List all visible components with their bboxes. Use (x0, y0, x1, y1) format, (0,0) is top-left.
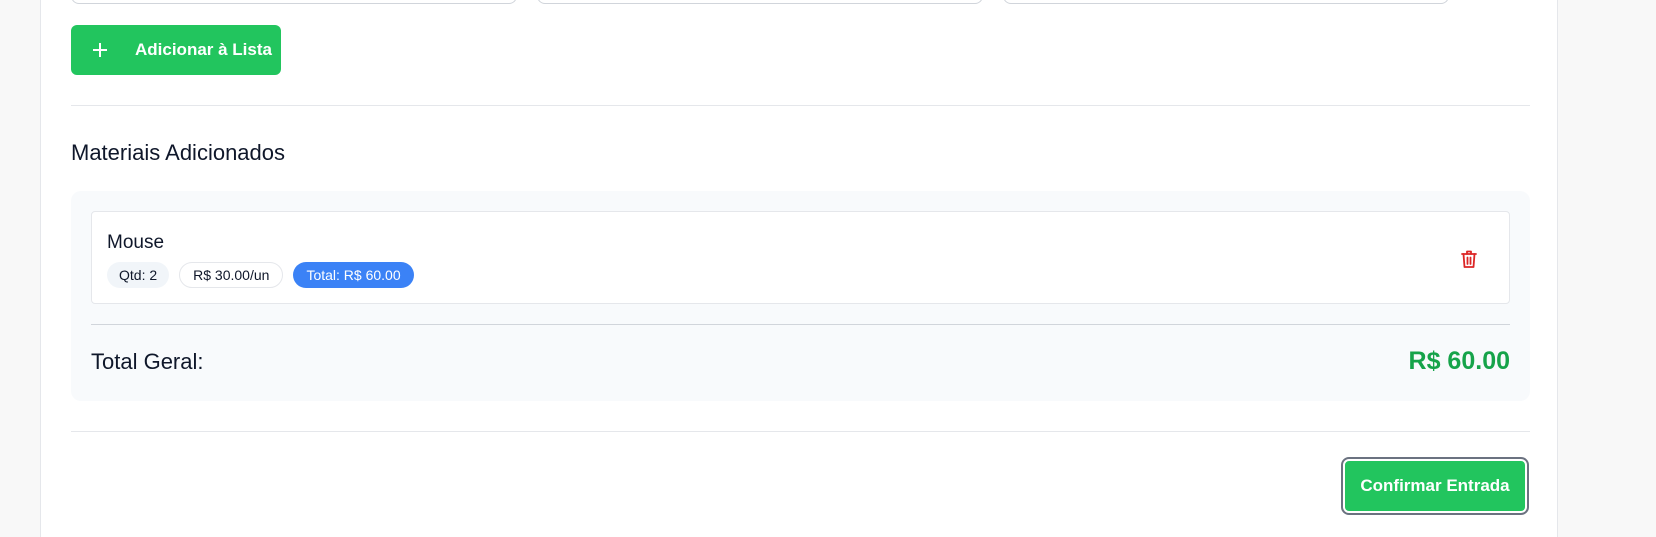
list-item: Mouse Qtd: 2 R$ 30.00/un Total: R$ 60.00 (91, 211, 1510, 304)
confirm-entry-button[interactable]: Confirmar Entrada (1343, 459, 1527, 513)
unit-price-badge: R$ 30.00/un (179, 262, 284, 288)
footer-divider (71, 431, 1530, 432)
total-divider (91, 324, 1510, 325)
material-select-field[interactable] (71, 0, 517, 4)
item-badges: Qtd: 2 R$ 30.00/un Total: R$ 60.00 (107, 262, 424, 288)
trash-icon (1461, 250, 1477, 268)
unit-price-field[interactable] (1003, 0, 1449, 4)
quantity-field[interactable] (537, 0, 983, 4)
add-to-list-label: Adicionar à Lista (135, 40, 272, 59)
grand-total-value: R$ 60.00 (1408, 347, 1510, 375)
page: Adicionar à Lista Materiais Adicionados … (0, 0, 1656, 537)
materials-list-panel: Mouse Qtd: 2 R$ 30.00/un Total: R$ 60.00 (71, 191, 1530, 401)
item-name: Mouse (107, 232, 165, 253)
entry-form-card: Adicionar à Lista Materiais Adicionados … (40, 0, 1558, 537)
materials-section-title: Materiais Adicionados (71, 140, 286, 165)
plus-icon (93, 43, 107, 57)
add-to-list-button[interactable]: Adicionar à Lista (71, 25, 281, 75)
grand-total-label: Total Geral: (91, 349, 204, 374)
quantity-badge: Qtd: 2 (107, 262, 170, 288)
item-total-badge: Total: R$ 60.00 (293, 262, 414, 288)
remove-item-button[interactable] (1459, 248, 1479, 270)
section-divider (71, 105, 1530, 106)
